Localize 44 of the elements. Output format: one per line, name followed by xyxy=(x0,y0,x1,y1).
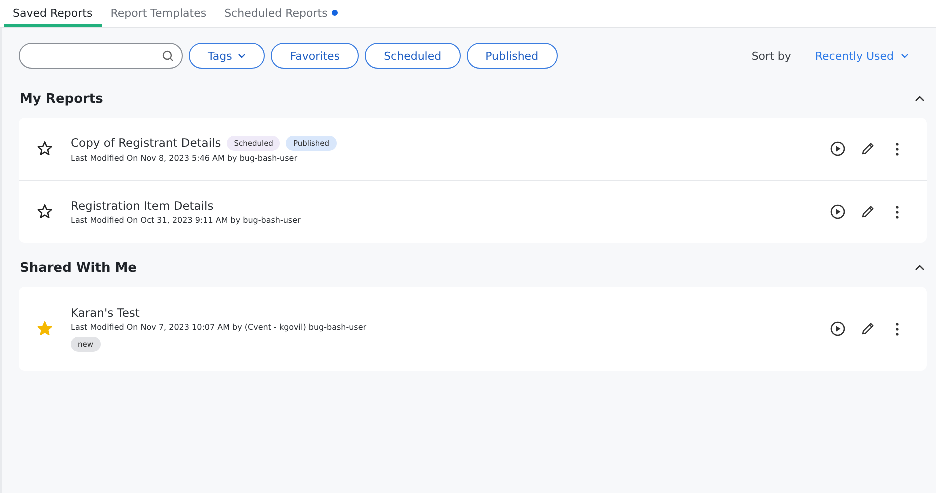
pencil-icon xyxy=(860,204,876,220)
filter-chip[interactable]: Tags xyxy=(189,43,266,69)
run-button[interactable] xyxy=(830,141,846,157)
play-circle-icon xyxy=(830,141,846,157)
filter-chip[interactable]: Published xyxy=(466,43,558,69)
edit-button[interactable] xyxy=(860,141,876,157)
chevron-down-icon xyxy=(901,53,909,59)
modified-text: Last Modified On Nov 7, 2023 10:07 AM by (Cvent - kgovil) bug-bash-user xyxy=(71,323,368,332)
run-button[interactable] xyxy=(830,204,846,220)
chevron-up-icon xyxy=(915,264,925,272)
collapse-button[interactable] xyxy=(913,95,927,103)
star-icon xyxy=(37,141,53,157)
play-circle-icon xyxy=(830,204,846,220)
report-name[interactable]: Karan's Test xyxy=(71,306,140,320)
filter-chip[interactable]: Scheduled xyxy=(365,43,461,69)
play-circle-icon xyxy=(830,321,846,337)
more-icon xyxy=(896,206,899,218)
run-button[interactable] xyxy=(830,321,846,337)
section-title: My Reports xyxy=(19,92,104,106)
search-field[interactable] xyxy=(19,43,183,69)
more-icon xyxy=(896,142,899,156)
edit-button[interactable] xyxy=(860,321,876,337)
pencil-icon xyxy=(860,321,876,337)
filter-chip[interactable]: Favorites xyxy=(271,43,360,69)
report-name[interactable]: Registration Item Details xyxy=(71,199,214,213)
more-icon xyxy=(896,322,899,336)
chevron-up-icon xyxy=(915,95,925,103)
edit-button[interactable] xyxy=(860,204,876,220)
star-icon xyxy=(37,204,53,220)
search-icon xyxy=(162,50,174,62)
sort-dropdown[interactable]: Recently Used xyxy=(809,50,927,62)
section-title: Shared With Me xyxy=(19,260,137,276)
modified-text: Last Modified On Nov 8, 2023 5:46 AM by bug-bash-user xyxy=(71,154,298,162)
star-icon xyxy=(37,321,53,337)
tab[interactable]: Saved Reports xyxy=(4,0,102,27)
modified-text: Last Modified On Oct 31, 2023 9:11 AM by bug-bash-user xyxy=(71,216,302,225)
tab[interactable]: Scheduled Reports xyxy=(216,0,347,27)
pencil-icon xyxy=(860,141,876,157)
collapse-button[interactable] xyxy=(913,264,927,272)
sort-label: Sort by xyxy=(752,50,792,62)
favorite-star[interactable] xyxy=(37,204,53,220)
favorite-star[interactable] xyxy=(37,141,53,157)
tab[interactable]: Report Templates xyxy=(102,0,216,27)
report-name[interactable]: Copy of Registrant Details xyxy=(71,136,222,150)
